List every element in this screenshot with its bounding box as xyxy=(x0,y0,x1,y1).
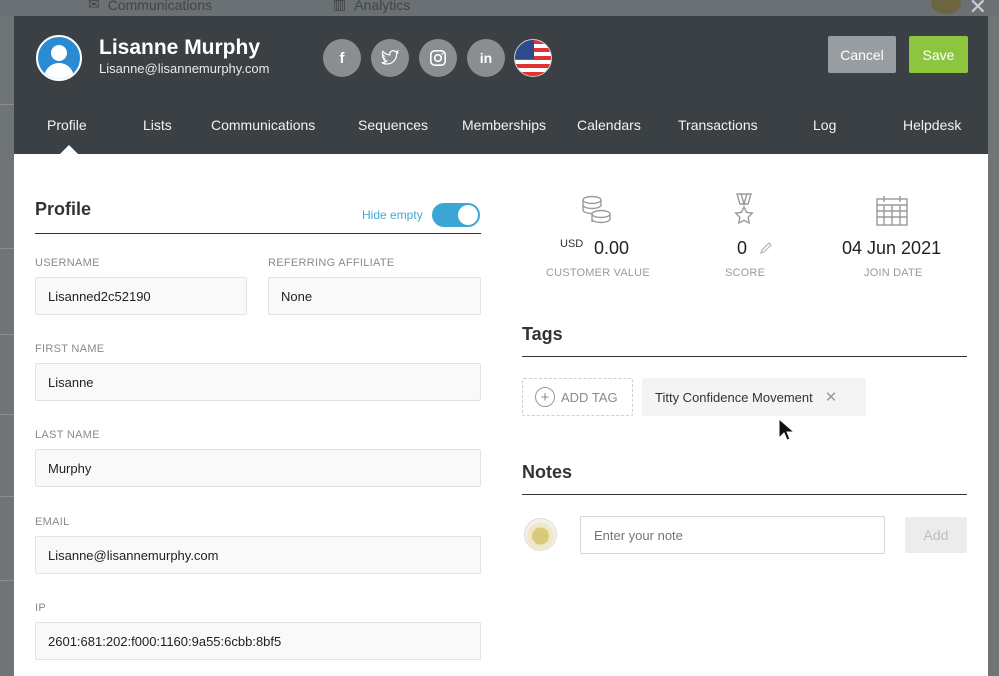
background-right-edge xyxy=(988,16,999,676)
join-date: 04 Jun 2021 xyxy=(842,238,942,258)
contact-modal-header: Lisanne Murphy Lisanne@lisannemurphy.com… xyxy=(14,16,988,100)
customer-value-label: CUSTOMER VALUE xyxy=(546,267,650,279)
us-flag-icon[interactable] xyxy=(514,39,552,77)
referring-affiliate-field[interactable]: None xyxy=(268,277,481,315)
last-name-label: LAST NAME xyxy=(35,429,100,441)
profile-section-title: Profile xyxy=(35,199,92,219)
background-nav-analytics: ▥ Analytics xyxy=(333,0,410,13)
instagram-icon[interactable] xyxy=(419,39,457,77)
hide-empty-label: Hide empty xyxy=(362,208,423,222)
contact-name: Lisanne Murphy xyxy=(99,36,261,59)
score-value: 0 xyxy=(737,238,748,258)
tab-sequences[interactable]: Sequences xyxy=(358,117,428,133)
tag-chip[interactable]: Titty Confidence Movement ✕ xyxy=(642,378,866,416)
tab-lists[interactable]: Lists xyxy=(143,117,172,133)
add-note-button[interactable]: Add xyxy=(905,517,967,553)
tab-calendars[interactable]: Calendars xyxy=(577,117,641,133)
pencil-icon[interactable] xyxy=(759,241,773,260)
note-input[interactable] xyxy=(580,516,885,554)
ip-field[interactable]: 2601:681:202:f000:1160:9a55:6cbb:8bf5 xyxy=(35,622,481,660)
join-date-label: JOIN DATE xyxy=(864,267,923,279)
coins-icon xyxy=(579,194,613,233)
email-field[interactable]: Lisanne@lisannemurphy.com xyxy=(35,536,481,574)
linkedin-icon[interactable]: in xyxy=(467,39,505,77)
contact-tabs: Profile Lists Communications Sequences M… xyxy=(14,100,988,154)
background-nav-communications: ✉ Communications xyxy=(88,0,212,13)
save-button[interactable]: Save xyxy=(909,36,968,73)
customer-value: 0.00 xyxy=(594,238,630,258)
background-avatar xyxy=(931,0,961,14)
tab-log[interactable]: Log xyxy=(813,117,836,133)
plus-circle-icon: + xyxy=(535,387,555,407)
note-author-avatar xyxy=(524,518,557,551)
remove-tag-icon[interactable]: ✕ xyxy=(825,388,838,406)
background-left-edge xyxy=(0,16,14,676)
ip-label: IP xyxy=(35,602,46,614)
twitter-icon[interactable] xyxy=(371,39,409,77)
username-field[interactable]: Lisanned2c52190 xyxy=(35,277,247,315)
username-label: USERNAME xyxy=(35,257,100,269)
add-tag-button[interactable]: + ADD TAG xyxy=(522,378,633,416)
envelope-icon: ✉ xyxy=(88,0,100,12)
facebook-icon[interactable]: f xyxy=(323,39,361,77)
email-label: EMAIL xyxy=(35,516,70,528)
last-name-field[interactable]: Murphy xyxy=(35,449,481,487)
referring-affiliate-label: REFERRING AFFILIATE xyxy=(268,257,395,269)
customer-value-currency: USD xyxy=(560,238,584,250)
first-name-label: FIRST NAME xyxy=(35,343,105,355)
background-app-bar: ✉ Communications ▥ Analytics ✕ xyxy=(0,0,999,19)
hide-empty-toggle[interactable] xyxy=(432,203,480,227)
tab-helpdesk[interactable]: Helpdesk xyxy=(903,117,961,133)
tags-section-title: Tags xyxy=(522,324,563,344)
contact-email: Lisanne@lisannemurphy.com xyxy=(99,61,270,76)
contact-avatar xyxy=(36,35,82,81)
contact-profile-panel: Profile Hide empty USERNAME Lisanned2c52… xyxy=(14,154,988,676)
active-tab-indicator xyxy=(60,145,78,154)
notes-section-title: Notes xyxy=(522,462,573,482)
profile-divider xyxy=(35,233,481,234)
tags-divider xyxy=(522,356,967,357)
first-name-field[interactable]: Lisanne xyxy=(35,363,481,401)
score-label: SCORE xyxy=(725,267,766,279)
notes-divider xyxy=(522,494,967,495)
bar-chart-icon: ▥ xyxy=(333,0,347,12)
medal-icon xyxy=(732,192,756,233)
tag-label: Titty Confidence Movement xyxy=(655,389,813,405)
calendar-icon xyxy=(875,195,909,232)
tab-transactions[interactable]: Transactions xyxy=(678,117,758,133)
tab-communications[interactable]: Communications xyxy=(211,117,315,133)
tab-profile[interactable]: Profile xyxy=(47,117,87,133)
tab-memberships[interactable]: Memberships xyxy=(462,117,546,133)
cancel-button[interactable]: Cancel xyxy=(828,36,896,73)
